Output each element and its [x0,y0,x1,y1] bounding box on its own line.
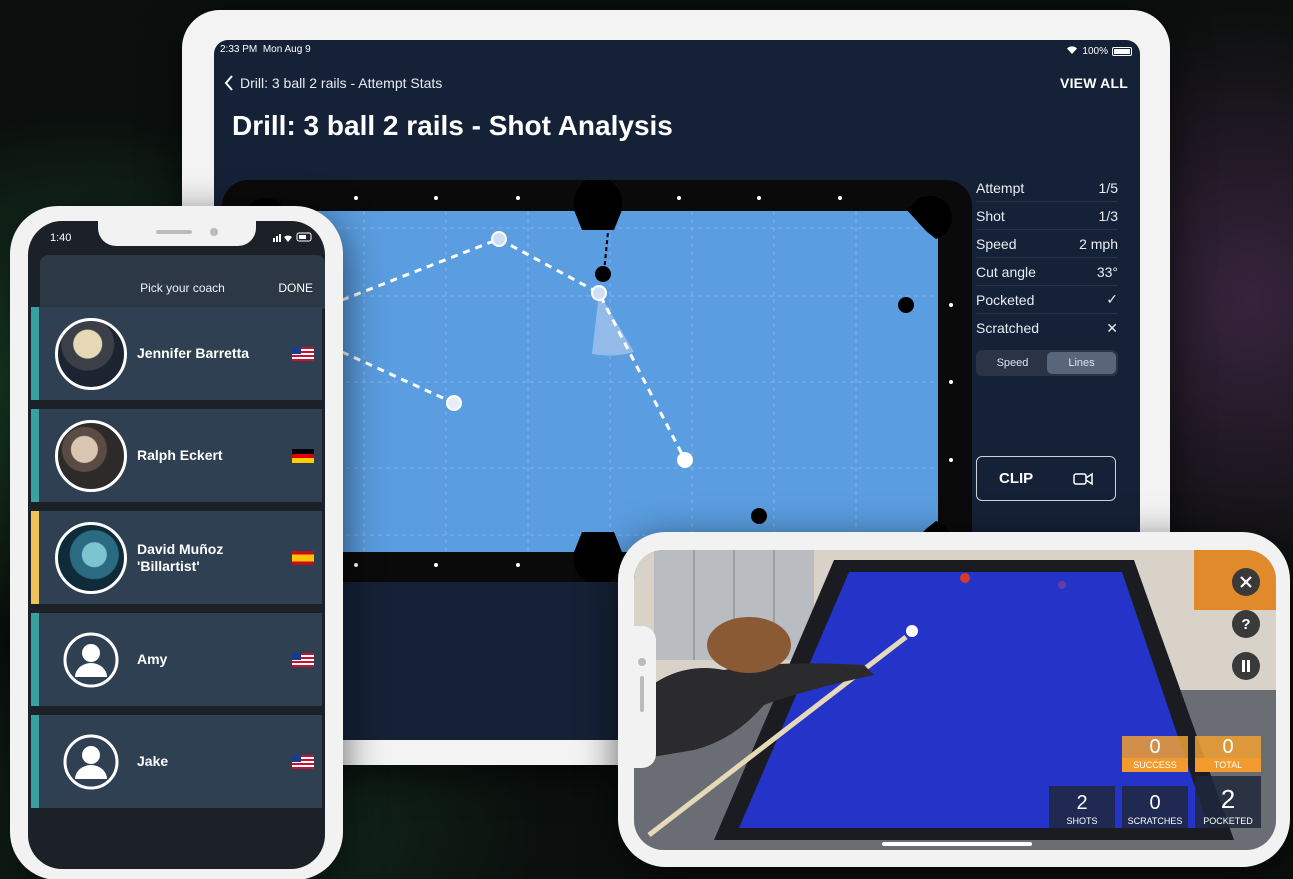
coach-name: Ralph Eckert [137,447,223,463]
stat-cut-angle: Cut angle 33° [976,258,1118,286]
player-beanie [707,617,791,673]
score-success: 0 SUCCESS [1122,730,1188,772]
avatar [55,521,127,594]
phone-time: 1:40 [50,232,72,244]
us-flag-icon [292,755,314,769]
checkmark-icon: ✓ [1106,291,1118,307]
stat-pocketed: Pocketed ✓ [976,286,1118,314]
video-camera-icon [1073,472,1093,485]
es-flag-icon [292,551,314,565]
avatar [55,317,127,390]
score-shots: 2 SHOTS [1049,786,1115,828]
coach-name: Jennifer Barretta [137,345,250,361]
done-button[interactable]: DONE [278,281,313,295]
object-ball-1 [595,266,611,282]
landscape-phone-device: ? 0 SUCCESS 0 TOTAL 2 SHOTS 0 SCRATCHES … [618,532,1290,867]
pause-icon[interactable] [1232,652,1260,680]
wifi-icon [1066,45,1078,57]
stat-attempt: Attempt 1/5 [976,174,1118,202]
stat-scratched: Scratched ✕ [976,319,1118,337]
coach-name: Jake [137,753,169,769]
coach-name: David Muñoz 'Billartist' [137,540,224,574]
coach-item-jake[interactable]: Jake [31,715,322,808]
back-button[interactable]: Drill: 3 ball 2 rails - Attempt Stats [224,75,442,91]
coach-list: Jennifer Barretta Ralph Eckert David Muñ… [31,307,322,817]
coach-item-david-munoz[interactable]: David Muñoz 'Billartist' [31,511,322,604]
battery-icon [1112,46,1132,56]
status-time: 2:33 PM [220,44,258,55]
help-icon[interactable]: ? [1232,610,1260,638]
purple-ball [1058,581,1066,589]
ghost-ball-2 [591,285,607,301]
user-placeholder-icon [55,624,127,696]
stat-speed: Speed 2 mph [976,230,1118,258]
coach-picker-header: Pick your coach DONE [40,255,325,309]
red-ball [960,573,970,583]
us-flag-icon [292,347,314,361]
coach-item-jennifer-barretta[interactable]: Jennifer Barretta [31,307,322,400]
home-indicator [882,842,1032,846]
user-placeholder-icon [55,726,127,798]
view-all-button[interactable]: VIEW ALL [1060,75,1128,91]
status-bar: 2:33 PM Mon Aug 9 100% [220,44,1132,58]
navigation-bar: Drill: 3 ball 2 rails - Attempt Stats VI… [224,72,1128,94]
object-ball-3 [751,508,767,524]
chevron-left-icon [224,75,233,91]
avatar [55,419,127,492]
segment-speed[interactable]: Speed [978,352,1047,374]
ghost-ball-1 [491,231,507,247]
battery-percent: 100% [1082,45,1108,57]
phone-status-bar: 1:40 [50,232,313,245]
object-ball-2 [898,297,914,313]
cue-ball [677,452,693,468]
close-icon[interactable] [1232,568,1260,596]
coach-item-ralph-eckert[interactable]: Ralph Eckert [31,409,322,502]
us-flag-icon [292,653,314,667]
shot-stats-panel: Attempt 1/5 Shot 1/3 Speed 2 mph Cut ang… [976,174,1118,376]
cue-ball-start [446,395,462,411]
coach-name: Amy [137,651,168,667]
clip-label: CLIP [999,470,1034,487]
stat-shot: Shot 1/3 [976,202,1118,230]
back-label: Drill: 3 ball 2 rails - Attempt Stats [240,75,443,91]
phone-notch [634,626,656,768]
status-date: Mon Aug 9 [262,44,311,55]
de-flag-icon [292,449,314,463]
pocket-top-middle [574,180,622,230]
camera-tracking-screen: ? 0 SUCCESS 0 TOTAL 2 SHOTS 0 SCRATCHES … [634,550,1276,850]
score-pocketed: 2 POCKETED [1195,776,1261,828]
segment-lines[interactable]: Lines [1047,352,1116,374]
pocket-bottom-middle [574,532,622,582]
cue-ball [906,625,918,637]
view-mode-segmented-control: Speed Lines [976,350,1118,376]
signal-wifi-battery-icon [273,232,313,245]
clip-button[interactable]: CLIP [976,456,1116,501]
cross-icon: ✕ [1106,319,1118,336]
coach-picker-screen: Pick your coach DONE 1:40 Jennifer Barre… [28,221,325,869]
score-scratches: 0 SCRATCHES [1122,786,1188,828]
phone-device: Pick your coach DONE 1:40 Jennifer Barre… [10,206,343,879]
score-total: 0 TOTAL [1195,730,1261,772]
coach-item-amy[interactable]: Amy [31,613,322,706]
page-title: Drill: 3 ball 2 rails - Shot Analysis [232,110,673,141]
